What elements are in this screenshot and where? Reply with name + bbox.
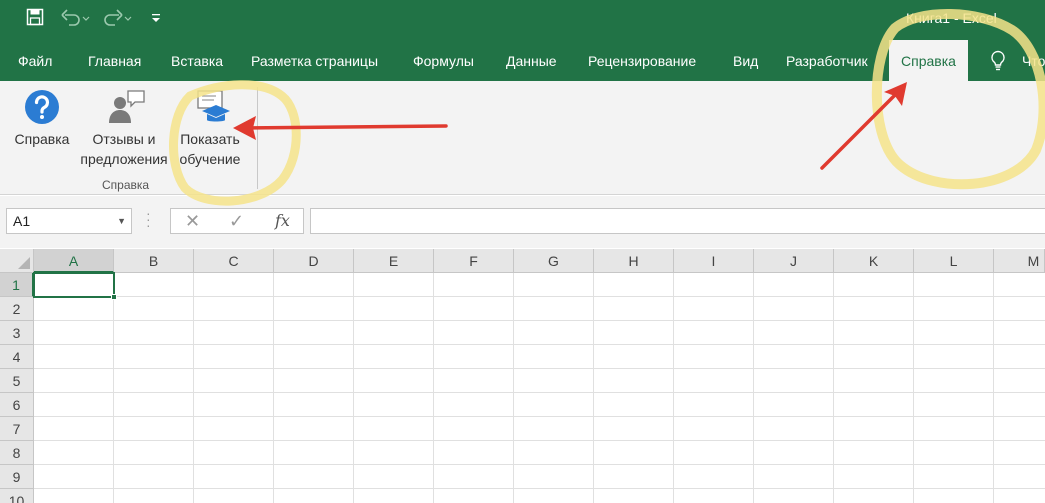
save-icon[interactable] [26, 8, 44, 34]
select-all-button[interactable] [0, 249, 34, 273]
active-cell[interactable] [33, 272, 117, 300]
ribbon-tabs: Файл Главная Вставка Разметка страницы Ф… [0, 40, 1045, 81]
tell-me-search[interactable]: Что [1022, 40, 1045, 81]
redo-icon[interactable] [102, 8, 132, 34]
row-header-5[interactable]: 5 [0, 369, 34, 393]
feedback-icon [106, 89, 145, 125]
tab-home[interactable]: Главная [88, 40, 141, 81]
customize-qat-icon[interactable] [150, 8, 162, 34]
window-title: Книга1 - Excel [906, 10, 997, 26]
lightbulb-icon[interactable] [990, 50, 1006, 72]
column-header-k[interactable]: K [834, 249, 914, 273]
training-graduation-cap-icon [192, 89, 230, 125]
fill-handle[interactable] [111, 294, 117, 300]
feedback-label-line1: Отзывы и [92, 131, 156, 147]
column-header-b[interactable]: B [114, 249, 194, 273]
show-training-button[interactable]: Показать обучение [174, 89, 246, 169]
row-header-10[interactable]: 10 [0, 489, 34, 503]
insert-function-icon[interactable]: fx [275, 209, 290, 233]
undo-icon[interactable] [60, 8, 90, 34]
ribbon-group-label-help: Справка [102, 178, 150, 192]
column-header-l[interactable]: L [914, 249, 994, 273]
feedback-label-line2: предложения [80, 151, 168, 167]
cell-area[interactable] [34, 273, 1045, 503]
formula-input[interactable] [310, 208, 1045, 234]
chevron-down-icon[interactable]: ▼ [117, 209, 126, 233]
tab-page-layout[interactable]: Разметка страницы [251, 40, 378, 81]
row-header-2[interactable]: 2 [0, 297, 34, 321]
help-label: Справка [14, 131, 70, 147]
help-question-icon [24, 89, 60, 125]
column-header-f[interactable]: F [434, 249, 514, 273]
formula-bar: A1 ▼ · · · ✕ ✓ fx [0, 196, 1045, 248]
row-header-3[interactable]: 3 [0, 321, 34, 345]
select-all-triangle-icon [18, 257, 30, 269]
column-header-a[interactable]: A [34, 249, 114, 273]
column-header-c[interactable]: C [194, 249, 274, 273]
tab-developer[interactable]: Разработчик [786, 40, 868, 81]
formula-bar-grip-icon[interactable]: · · · [146, 206, 151, 232]
formula-buttons: ✕ ✓ fx [170, 208, 304, 234]
feedback-button[interactable]: Отзывы и предложения [74, 89, 174, 169]
worksheet-grid[interactable]: A B C D E F G H I J K L M 1 2 3 4 5 6 7 … [0, 249, 1045, 503]
column-header-d[interactable]: D [274, 249, 354, 273]
row-header-1[interactable]: 1 [0, 273, 34, 297]
row-header-6[interactable]: 6 [0, 393, 34, 417]
column-header-m[interactable]: M [994, 249, 1045, 273]
help-button[interactable]: Справка [10, 89, 74, 149]
row-header-4[interactable]: 4 [0, 345, 34, 369]
row-header-9[interactable]: 9 [0, 465, 34, 489]
name-box-value: A1 [13, 213, 31, 229]
column-header-i[interactable]: I [674, 249, 754, 273]
ribbon-group-separator [257, 87, 258, 189]
column-header-h[interactable]: H [594, 249, 674, 273]
tab-review[interactable]: Рецензирование [588, 40, 696, 81]
tab-formulas[interactable]: Формулы [413, 40, 474, 81]
column-header-j[interactable]: J [754, 249, 834, 273]
column-header-g[interactable]: G [514, 249, 594, 273]
tab-insert[interactable]: Вставка [171, 40, 223, 81]
name-box[interactable]: A1 ▼ [6, 208, 132, 234]
title-bar: Книга1 - Excel [0, 0, 1045, 40]
enter-check-icon[interactable]: ✓ [229, 209, 244, 233]
ribbon-panel: Справка Отзывы и предложения Показать об… [0, 81, 1045, 195]
row-header-8[interactable]: 8 [0, 441, 34, 465]
tab-view[interactable]: Вид [733, 40, 758, 81]
tab-help[interactable]: Справка [889, 40, 968, 81]
training-label-line1: Показать [180, 131, 240, 147]
column-header-e[interactable]: E [354, 249, 434, 273]
tab-data[interactable]: Данные [506, 40, 557, 81]
tab-file[interactable]: Файл [18, 40, 52, 81]
row-header-7[interactable]: 7 [0, 417, 34, 441]
cancel-icon[interactable]: ✕ [185, 209, 200, 233]
training-label-line2: обучение [179, 151, 241, 167]
